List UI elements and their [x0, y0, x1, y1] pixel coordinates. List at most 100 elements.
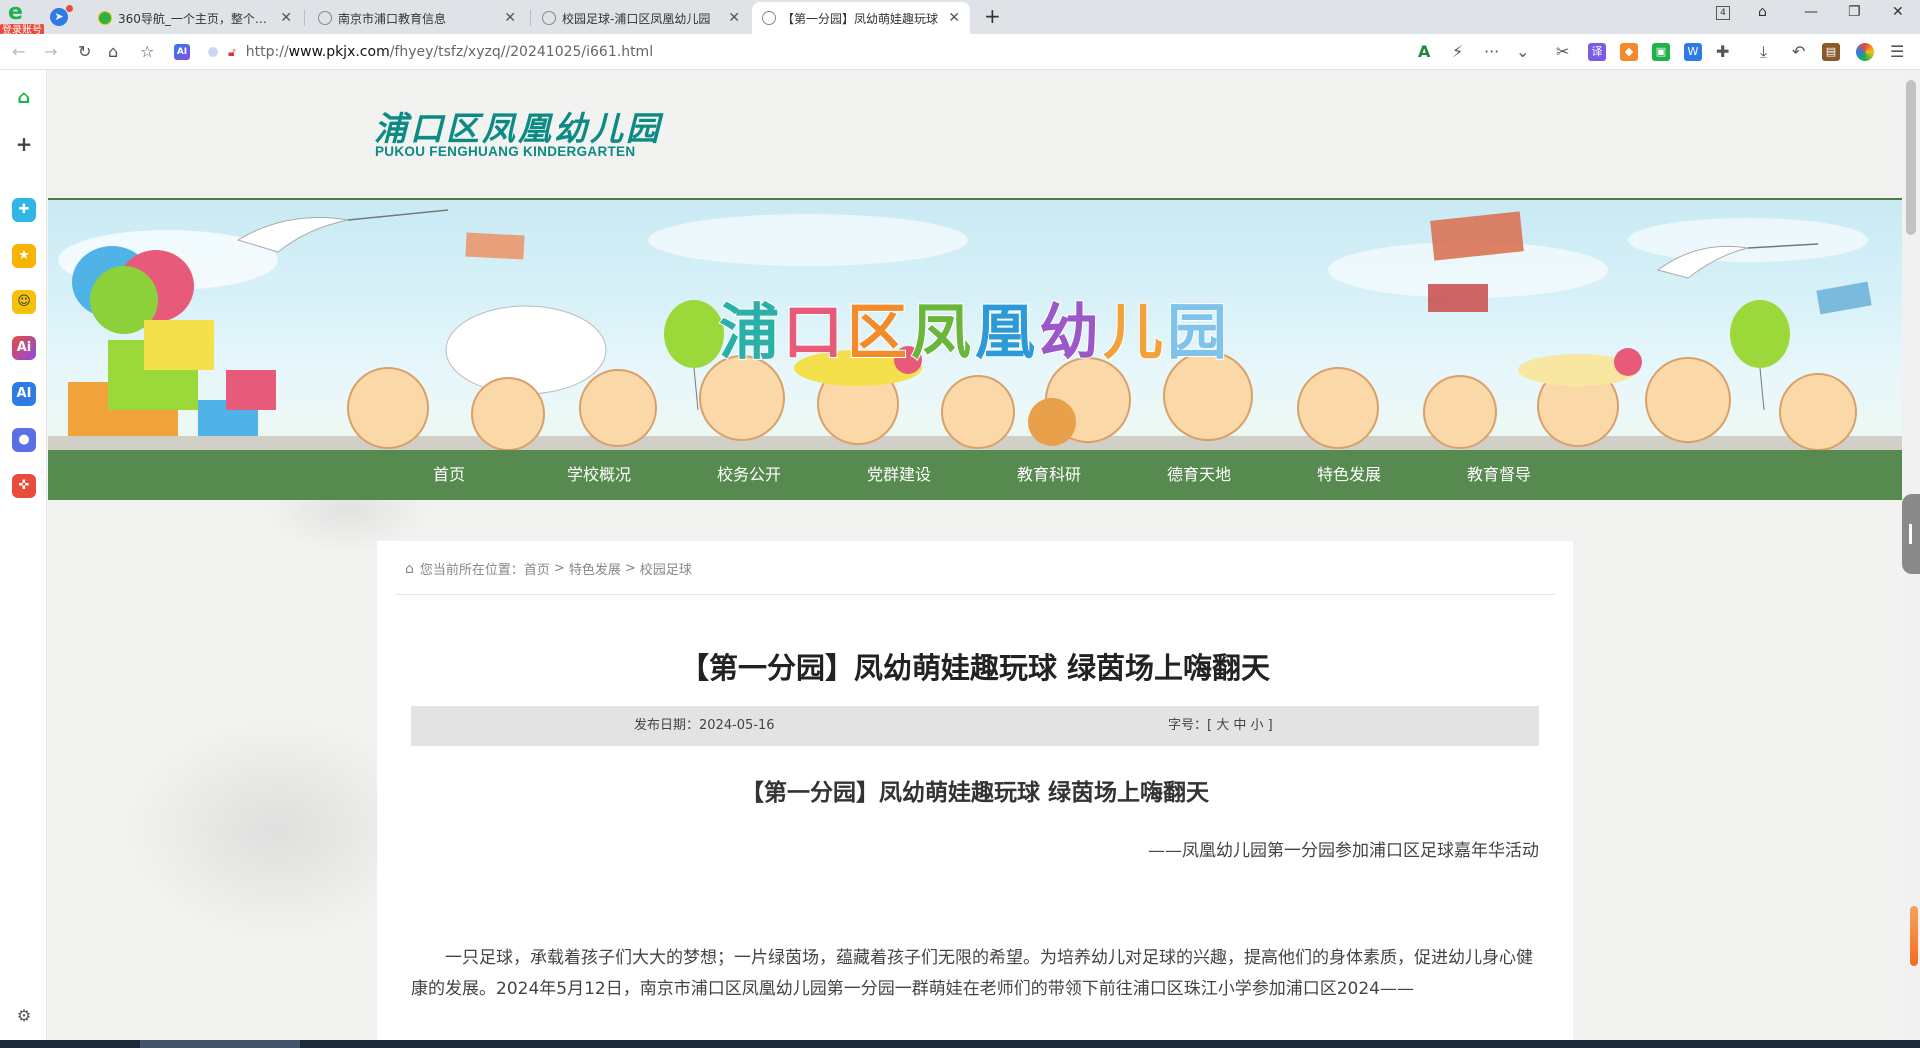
scrollbar-thumb[interactable] — [1906, 80, 1916, 235]
article-paragraph: 一只足球，承载着孩子们大大的梦想；一片绿茵场，蕴藏着孩子们无限的希望。为培养幼儿… — [411, 948, 1533, 999]
insecure-lock-icon[interactable]: 🔓︎ — [228, 45, 236, 60]
tab-separator — [530, 10, 531, 26]
banner-title-char: 区 — [846, 297, 911, 369]
close-icon[interactable]: ✕ — [280, 10, 292, 26]
breadcrumb-prefix: 您当前所在位置： — [419, 563, 524, 578]
home-outline-icon: ⌂ — [405, 560, 414, 577]
minimize-icon[interactable]: — — [1804, 4, 1818, 20]
more-dots-icon[interactable]: ··· — [1484, 42, 1499, 61]
globe-icon — [762, 11, 776, 25]
tab-campus-football[interactable]: 校园足球-浦口区凤凰幼儿园 ✕ — [532, 2, 750, 34]
tab-label: 南京市浦口教育信息 — [338, 11, 447, 26]
nav-item-party-building[interactable]: 党群建设 — [834, 450, 964, 500]
tab-separator — [304, 10, 305, 26]
new-tab-plus-icon[interactable]: + — [984, 4, 1001, 28]
tab-label: 360导航_一个主页，整个世界 — [118, 11, 273, 26]
add-plus-icon[interactable]: + — [12, 132, 36, 156]
tab-pukou-education[interactable]: 南京市浦口教育信息 ✕ — [308, 2, 526, 34]
article-title: 【第一分园】凤幼萌娃趣玩球 绿茵场上嗨翻天 — [679, 651, 1271, 685]
chevron-down-icon[interactable]: ⌄ — [1516, 42, 1529, 61]
close-icon[interactable]: ✕ — [504, 10, 516, 26]
ai-assistant-icon[interactable]: AI — [174, 44, 190, 60]
banner-title-char: 园 — [1166, 297, 1231, 369]
breadcrumb-category-link[interactable]: 特色发展 — [569, 559, 621, 578]
favorite-star-icon[interactable]: ★ — [12, 244, 36, 268]
banner-title-char: 口 — [782, 297, 847, 369]
nav-item-home[interactable]: 首页 — [384, 450, 514, 500]
scissors-icon[interactable]: ✂ — [1556, 42, 1569, 61]
back-arrow-icon[interactable]: ← — [12, 42, 25, 61]
nav-item-school-affairs[interactable]: 校务公开 — [684, 450, 814, 500]
article-sub-note: ——凤凰幼儿园第一分园参加浦口区足球嘉年华活动 — [1148, 841, 1539, 861]
breadcrumb-separator: > — [624, 561, 636, 576]
nav-item-supervision[interactable]: 教育督导 — [1434, 450, 1564, 500]
publish-date: 发布日期：2024-05-16 — [634, 718, 775, 733]
nav-item-moral-education[interactable]: 德育天地 — [1134, 450, 1264, 500]
restore-icon[interactable]: ❐ — [1848, 4, 1861, 20]
breadcrumb-divider — [395, 594, 1555, 595]
robot-icon[interactable]: ☺ — [12, 290, 36, 314]
tab-article-active[interactable]: 【第一分园】凤幼萌娃趣玩球 ✕ — [752, 2, 970, 34]
taskbar-active-app[interactable] — [140, 1040, 300, 1048]
tab-360-nav[interactable]: 360导航_一个主页，整个世界 ✕ — [88, 2, 302, 34]
url-text[interactable]: http://www.pkjx.com/fhyey/tsfz/xyzq//202… — [246, 44, 653, 60]
assistant-bot-icon[interactable]: ● — [12, 428, 36, 452]
floating-widget-bar[interactable] — [1910, 906, 1918, 966]
breadcrumb-home-link[interactable]: 首页 — [524, 559, 550, 578]
color-wheel-icon[interactable] — [1856, 43, 1874, 61]
tab-count-badge[interactable]: 4 — [1716, 6, 1730, 20]
download-icon[interactable]: ⤓ — [1760, 42, 1767, 62]
lightning-icon[interactable]: ⚡︎ — [1452, 42, 1463, 61]
globe-icon — [318, 11, 332, 25]
left-sidebar: ⌂ + ✚ ★ ☺ Ai AI ● ✜ ⚙ — [0, 70, 47, 1048]
word-ext-icon[interactable]: W — [1684, 43, 1702, 61]
read-aloud-icon[interactable]: A — [1418, 42, 1430, 61]
wechat-ext-icon[interactable]: ▣ — [1652, 43, 1670, 61]
side-panel-handle[interactable] — [1902, 494, 1920, 574]
puzzle-extensions-icon[interactable]: ✚ — [1716, 42, 1729, 61]
settings-gear-icon[interactable]: ⚙ — [12, 1004, 36, 1028]
address-bar[interactable]: 🔓︎ http://www.pkjx.com/fhyey/tsfz/xyzq//… — [208, 38, 1408, 66]
breadcrumb-subcategory-link[interactable]: 校园足球 — [640, 559, 692, 578]
tab-label: 校园足球-浦口区凤凰幼儿园 — [562, 11, 711, 26]
browser-logo[interactable]: e 登录账号 ➤ — [0, 0, 73, 38]
briefcase-icon[interactable]: ▤ — [1822, 43, 1840, 61]
nav-item-research[interactable]: 教育科研 — [984, 450, 1114, 500]
game-ext-icon[interactable]: ◆ — [1620, 43, 1638, 61]
translate-ext-icon[interactable]: 译 — [1588, 43, 1606, 61]
favorites-star-icon[interactable]: ☆ — [140, 42, 154, 61]
site-info-icon[interactable] — [208, 47, 218, 57]
nav-item-featured-development[interactable]: 特色发展 — [1284, 450, 1414, 500]
undo-icon[interactable]: ↶ — [1792, 42, 1805, 61]
nav360-favicon-icon — [98, 11, 112, 25]
address-toolbar: ← → ↻ ⌂ ☆ AI 🔓︎ http://www.pkjx.com/fhye… — [0, 34, 1920, 70]
banner-title: 浦口区凤凰幼儿园 — [48, 284, 1902, 371]
tab-bar: e 登录账号 ➤ 360导航_一个主页，整个世界 ✕ 南京市浦口教育信息 ✕ 校… — [0, 0, 1920, 38]
forward-arrow-icon[interactable]: → — [44, 42, 57, 61]
site-logo-cn[interactable]: 浦口区凤凰幼儿园 — [374, 102, 662, 150]
window-close-icon[interactable]: ✕ — [1892, 4, 1904, 20]
os-taskbar — [0, 1040, 1920, 1048]
banner-title-char: 凤 — [910, 297, 975, 369]
nav-item-school-overview[interactable]: 学校概况 — [534, 450, 664, 500]
menu-icon[interactable]: ☰ — [1890, 42, 1904, 61]
page-viewport[interactable]: 浦口区凤凰幼儿园 PUKOU FENGHUANG KINDERGARTEN 浦口… — [48, 70, 1902, 1040]
close-icon[interactable]: ✕ — [728, 10, 740, 26]
article-panel: ⌂ 您当前所在位置： 首页 > 特色发展 > 校园足球 【第一分园】凤幼萌娃趣玩… — [377, 541, 1573, 1040]
messenger-icon[interactable]: ➤ — [50, 8, 68, 26]
ai-chat-icon[interactable]: Ai — [12, 336, 36, 360]
globe-icon — [542, 11, 556, 25]
gamepad-icon[interactable]: ✜ — [12, 474, 36, 498]
browser-e-icon: e — [8, 0, 23, 25]
ai-icon[interactable]: AI — [12, 382, 36, 406]
shirt-skin-icon[interactable]: ⌂ — [1758, 4, 1767, 20]
site-header: 浦口区凤凰幼儿园 PUKOU FENGHUANG KINDERGARTEN — [48, 70, 1902, 198]
reload-icon[interactable]: ↻ — [78, 42, 91, 61]
site-logo-en: PUKOU FENGHUANG KINDERGARTEN — [375, 144, 636, 159]
close-icon[interactable]: ✕ — [948, 10, 960, 26]
home-icon[interactable]: ⌂ — [108, 42, 118, 61]
font-size-controls[interactable]: 字号：[ 大 中 小 ] — [1168, 706, 1273, 746]
medical-cross-icon[interactable]: ✚ — [12, 198, 36, 222]
home-icon[interactable]: ⌂ — [12, 86, 36, 110]
banner-title-char: 浦 — [718, 297, 783, 369]
